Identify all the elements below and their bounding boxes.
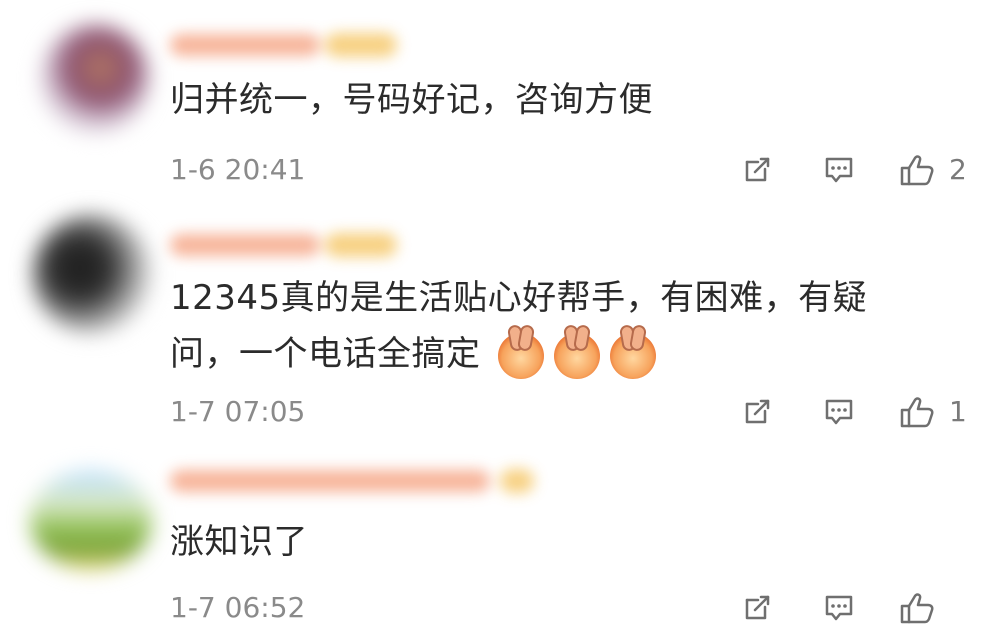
clapping-hands-emoji — [553, 332, 600, 379]
comment-text: 归并统一，号码好记，咨询方便 — [170, 72, 930, 128]
avatar[interactable] — [40, 24, 150, 134]
share-icon — [745, 399, 770, 424]
user-badge-blur — [325, 33, 397, 57]
emoji-row — [497, 332, 656, 379]
clapping-hands-emoji — [609, 332, 656, 379]
comment-meta-row: 1-7 07:05 1 — [170, 392, 970, 432]
comment-icon — [825, 157, 853, 183]
like-button[interactable]: 1 — [897, 392, 971, 432]
timestamp: 1-7 07:05 — [170, 395, 306, 428]
like-button[interactable] — [897, 588, 971, 628]
like-count: 1 — [949, 395, 967, 428]
username-blurred[interactable] — [170, 464, 550, 498]
comment-body: 归并统一，号码好记，咨询方便 — [170, 80, 653, 120]
comment-meta-row: 1-6 20:41 2 — [170, 150, 970, 190]
username-blurred[interactable] — [170, 228, 430, 262]
clapping-hands-emoji — [497, 332, 544, 379]
reply-button[interactable] — [817, 150, 861, 190]
comment-icon — [825, 399, 853, 425]
username-blurred[interactable] — [170, 28, 430, 62]
comment-meta-row: 1-7 06:52 — [170, 588, 970, 628]
username-name-blur — [170, 34, 320, 56]
timestamp: 1-6 20:41 — [170, 153, 306, 186]
like-count: 2 — [949, 153, 967, 186]
reply-button[interactable] — [817, 588, 861, 628]
avatar[interactable] — [32, 214, 152, 334]
user-badge-blur — [500, 469, 534, 493]
user-badge-blur — [325, 233, 397, 257]
reply-button[interactable] — [817, 392, 861, 432]
share-icon — [745, 595, 770, 620]
share-icon — [745, 157, 770, 182]
avatar[interactable] — [30, 470, 152, 570]
thumbs-up-icon — [900, 155, 934, 186]
share-button[interactable] — [735, 150, 779, 190]
comment-icon — [825, 595, 853, 621]
comment-text: 涨知识了 — [170, 514, 930, 570]
username-name-blur — [170, 234, 320, 256]
timestamp: 1-7 06:52 — [170, 591, 306, 624]
thumbs-up-icon — [900, 397, 934, 428]
comments-section: 归并统一，号码好记，咨询方便 1-6 20:41 2 12345真的是生活贴心好… — [0, 0, 1000, 636]
share-button[interactable] — [735, 588, 779, 628]
like-button[interactable]: 2 — [897, 150, 971, 190]
comment-text: 12345真的是生活贴心好帮手，有困难，有疑问，一个电话全搞定 — [170, 270, 930, 382]
username-name-blur — [170, 470, 490, 492]
thumbs-up-icon — [900, 593, 934, 624]
share-button[interactable] — [735, 392, 779, 432]
comment-body: 涨知识了 — [170, 522, 308, 562]
